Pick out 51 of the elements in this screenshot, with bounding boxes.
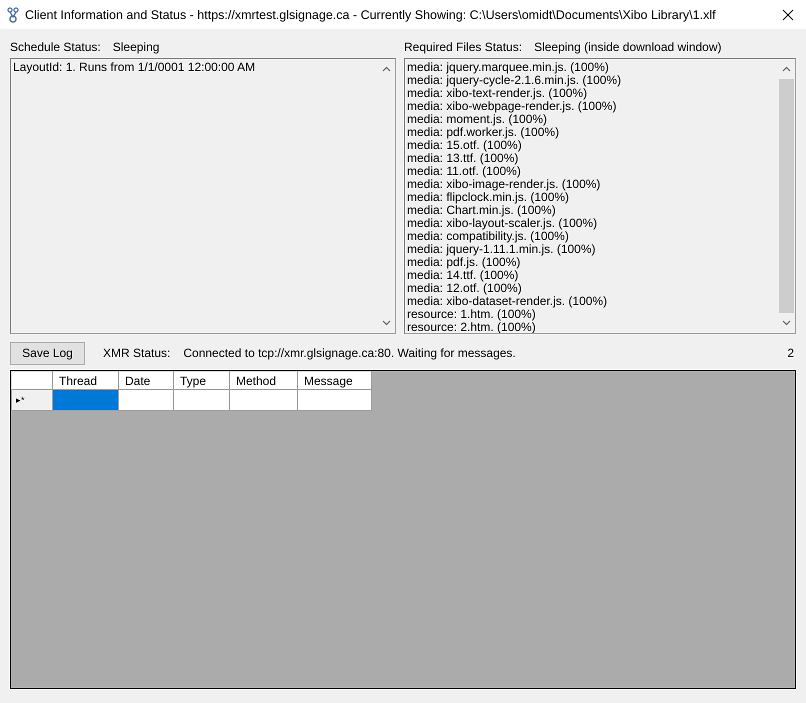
- file-line: resource: 1.htm. (100%): [407, 308, 536, 321]
- column-header[interactable]: Type: [174, 372, 230, 390]
- row-header[interactable]: ▸*: [12, 390, 52, 410]
- required-files-text-area[interactable]: [404, 58, 796, 334]
- file-line: media: 15.otf. (100%): [407, 139, 522, 152]
- table-cell[interactable]: [230, 390, 298, 410]
- scroll-up-icon[interactable]: [382, 66, 391, 72]
- file-line: media: xibo-dataset-render.js. (100%): [407, 295, 608, 308]
- file-line: media: 11.otf. (100%): [407, 165, 521, 178]
- message-count: 2: [787, 346, 794, 360]
- required-files-value: Sleeping (inside download window): [534, 40, 722, 54]
- schedule-status-value: Sleeping: [112, 40, 160, 54]
- column-header[interactable]: Thread: [52, 372, 118, 390]
- column-header[interactable]: Date: [118, 372, 174, 390]
- schedule-text-area[interactable]: LayoutId: 1. Runs from 1/1/0001 12:00:00 AM: [10, 58, 396, 334]
- file-line: media: 12.otf. (100%): [407, 282, 522, 295]
- xmr-status-label: XMR Status:: [103, 346, 170, 360]
- file-line: media: Chart.min.js. (100%): [407, 204, 556, 217]
- file-line: media: jquery-cycle-2.1.6.min.js. (100%): [407, 74, 622, 87]
- table-cell[interactable]: [118, 390, 174, 410]
- file-line: media: jquery.marquee.min.js. (100%): [407, 61, 609, 74]
- file-line: media: xibo-layout-scaler.js. (100%): [407, 217, 598, 230]
- save-log-button[interactable]: Save Log: [10, 342, 85, 364]
- window-title: Client Information and Status - https://xmrtest.glsignage.ca - Currently Showing: C:\Users\omidt\Documents\Xibo Library\1.xlf: [25, 8, 716, 22]
- scroll-thumb[interactable]: [779, 79, 794, 313]
- table-cell[interactable]: [52, 390, 118, 410]
- scroll-down-icon[interactable]: [782, 320, 791, 326]
- table-cell[interactable]: [298, 390, 372, 410]
- file-line: media: pdf.js. (100%): [407, 256, 520, 269]
- app-icon: [7, 6, 19, 22]
- file-line: media: pdf.worker.js. (100%): [407, 126, 560, 139]
- file-line: media: xibo-webpage-render.js. (100%): [407, 100, 616, 113]
- scroll-down-icon[interactable]: [382, 320, 391, 326]
- file-line: media: flipclock.min.js. (100%): [407, 191, 570, 204]
- file-line: media: 13.ttf. (100%): [407, 152, 518, 165]
- close-icon[interactable]: [782, 8, 794, 20]
- corner-header-cell: [12, 372, 52, 390]
- scroll-up-icon[interactable]: [782, 66, 791, 72]
- xmr-status-value: Connected to tcp://xmr.glsignage.ca:80. Waiting for messages.: [183, 346, 516, 360]
- column-header[interactable]: Method: [230, 372, 298, 390]
- file-line: media: moment.js. (100%): [407, 113, 548, 126]
- file-line: media: xibo-image-render.js. (100%): [407, 178, 600, 191]
- table-cell[interactable]: [174, 390, 230, 410]
- file-line: media: 14.ttf. (100%): [407, 269, 518, 282]
- file-line: media: jquery-1.11.1.min.js. (100%): [407, 243, 596, 256]
- column-header[interactable]: Message: [298, 372, 372, 390]
- required-files-label: Required Files Status:: [404, 40, 522, 54]
- file-line: media: compatibility.js. (100%): [407, 230, 569, 243]
- schedule-line: LayoutId: 1. Runs from 1/1/0001 12:00:00 AM: [13, 61, 256, 74]
- schedule-status-label: Schedule Status:: [10, 40, 101, 54]
- file-line: media: xibo-text-render.js. (100%): [407, 87, 588, 100]
